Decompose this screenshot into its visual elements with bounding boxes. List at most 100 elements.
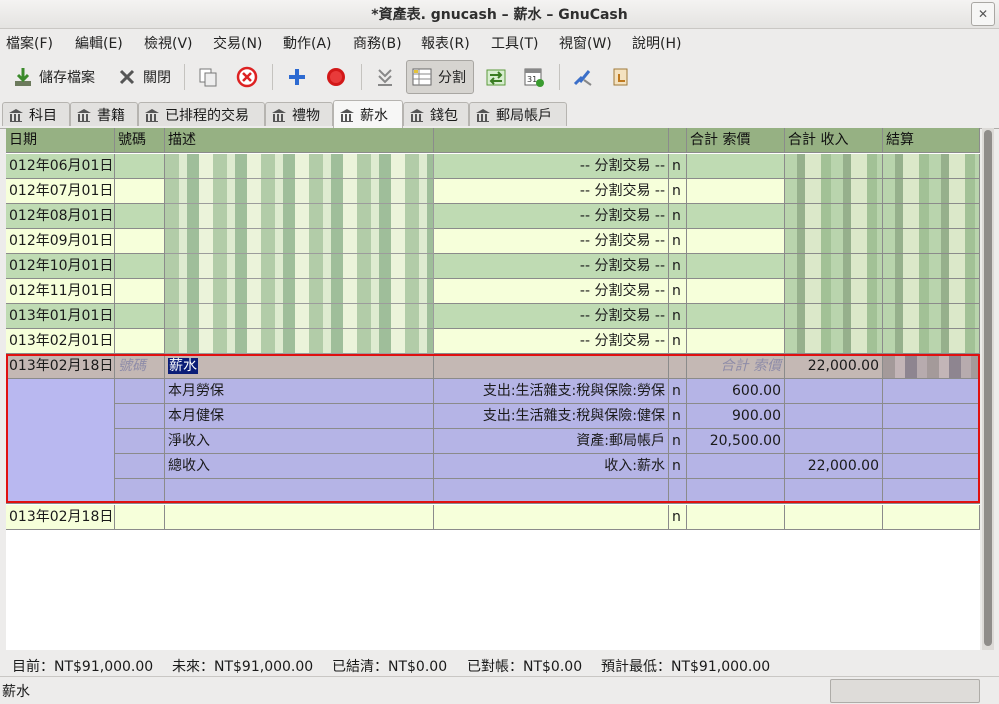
transfer-cell[interactable]: -- 分割交易 --: [434, 254, 669, 279]
num-cell[interactable]: [115, 154, 165, 179]
num-cell[interactable]: [115, 254, 165, 279]
description-cell[interactable]: [165, 329, 434, 354]
num-cell[interactable]: [115, 229, 165, 254]
credit-cell[interactable]: [785, 154, 883, 179]
credit-cell[interactable]: [785, 179, 883, 204]
credit-cell[interactable]: [785, 329, 883, 354]
credit-cell[interactable]: [785, 505, 883, 530]
tab-gifts[interactable]: 禮物: [265, 102, 333, 126]
split-account-cell[interactable]: 收入:薪水: [434, 454, 669, 479]
split-action-cell[interactable]: [115, 429, 165, 454]
split-account-cell[interactable]: 資產:郵局帳戶: [434, 429, 669, 454]
date-cell[interactable]: 012年06月01日: [6, 154, 115, 179]
date-cell[interactable]: 012年11月01日: [6, 279, 115, 304]
description-cell[interactable]: [165, 179, 434, 204]
credit-cell[interactable]: [785, 254, 883, 279]
menu-help[interactable]: 說明(H): [632, 33, 681, 53]
transfer-cell[interactable]: [434, 354, 669, 379]
split-row[interactable]: 本月健保 支出:生活雜支:稅與保險:健保 n 900.00: [6, 404, 980, 429]
date-cell[interactable]: 013年02月01日: [6, 329, 115, 354]
reconcile-cell[interactable]: n: [669, 304, 687, 329]
split-row[interactable]: 淨收入 資產:郵局帳戶 n 20,500.00: [6, 429, 980, 454]
menu-edit[interactable]: 編輯(E): [75, 33, 123, 53]
transfer-cell[interactable]: -- 分割交易 --: [434, 204, 669, 229]
transfer-cell[interactable]: -- 分割交易 --: [434, 179, 669, 204]
debit-cell[interactable]: 合計 索價: [687, 354, 785, 379]
split-memo-cell[interactable]: 總收入: [165, 454, 434, 479]
split-debit-cell[interactable]: [687, 479, 785, 504]
date-cell[interactable]: 013年02月18日: [6, 354, 115, 379]
reconcile-cell[interactable]: n: [669, 379, 687, 404]
reconcile-cell[interactable]: n: [669, 454, 687, 479]
split-debit-cell[interactable]: 600.00: [687, 379, 785, 404]
num-cell[interactable]: [115, 304, 165, 329]
reconcile-cell[interactable]: [669, 354, 687, 379]
scrollbar-thumb[interactable]: [984, 130, 992, 646]
reconcile-cell[interactable]: n: [669, 229, 687, 254]
split-row[interactable]: 本月勞保 支出:生活雜支:稅與保險:勞保 n 600.00: [6, 379, 980, 404]
reconcile-cell[interactable]: n: [669, 279, 687, 304]
transfer-cell[interactable]: -- 分割交易 --: [434, 154, 669, 179]
date-cell[interactable]: 012年07月01日: [6, 179, 115, 204]
split-action-cell[interactable]: [115, 454, 165, 479]
header-description[interactable]: 描述: [165, 128, 434, 153]
header-debit[interactable]: 合計 索價: [687, 128, 785, 153]
header-num[interactable]: 號碼: [115, 128, 165, 153]
reconcile-cell[interactable]: n: [669, 329, 687, 354]
debit-cell[interactable]: [687, 304, 785, 329]
split-memo-cell[interactable]: [165, 479, 434, 504]
header-balance[interactable]: 結算: [883, 128, 980, 153]
transaction-row[interactable]: 012年07月01日 -- 分割交易 -- n: [6, 179, 980, 204]
duplicate-button[interactable]: [197, 60, 219, 94]
split-credit-cell[interactable]: [785, 429, 883, 454]
debit-cell[interactable]: [687, 204, 785, 229]
debit-cell[interactable]: [687, 229, 785, 254]
transaction-row[interactable]: 012年09月01日 -- 分割交易 -- n: [6, 229, 980, 254]
menu-view[interactable]: 檢視(V): [144, 33, 193, 53]
split-credit-cell[interactable]: [785, 379, 883, 404]
header-transfer[interactable]: [434, 128, 669, 153]
split-credit-cell[interactable]: [785, 479, 883, 504]
credit-cell[interactable]: [785, 304, 883, 329]
reconcile-cell[interactable]: n: [669, 404, 687, 429]
split-credit-cell[interactable]: 22,000.00: [785, 454, 883, 479]
split-debit-cell[interactable]: 900.00: [687, 404, 785, 429]
menu-tools[interactable]: 工具(T): [491, 33, 538, 53]
num-cell[interactable]: [115, 279, 165, 304]
transfer-cell[interactable]: -- 分割交易 --: [434, 229, 669, 254]
tab-post-office[interactable]: 郵局帳戶: [469, 102, 567, 126]
split-memo-cell[interactable]: 本月健保: [165, 404, 434, 429]
split-debit-cell[interactable]: 20,500.00: [687, 429, 785, 454]
num-cell[interactable]: [115, 204, 165, 229]
header-date[interactable]: 日期: [6, 128, 115, 153]
transfer-cell[interactable]: -- 分割交易 --: [434, 304, 669, 329]
reconcile-button[interactable]: [572, 60, 594, 94]
transaction-row[interactable]: 012年06月01日 -- 分割交易 -- n: [6, 154, 980, 179]
menu-transaction[interactable]: 交易(N): [213, 33, 262, 53]
date-cell[interactable]: 013年02月18日: [6, 505, 115, 530]
transfer-button[interactable]: [485, 60, 507, 94]
tab-wallet[interactable]: 錢包: [403, 102, 469, 126]
credit-cell[interactable]: [785, 204, 883, 229]
transfer-cell[interactable]: -- 分割交易 --: [434, 329, 669, 354]
reconcile-cell[interactable]: n: [669, 254, 687, 279]
blank-split-row[interactable]: [6, 479, 980, 504]
transaction-row[interactable]: 012年10月01日 -- 分割交易 -- n: [6, 254, 980, 279]
num-cell[interactable]: [115, 505, 165, 530]
date-cell[interactable]: 012年10月01日: [6, 254, 115, 279]
split-action-cell[interactable]: [115, 379, 165, 404]
split-memo-cell[interactable]: 淨收入: [165, 429, 434, 454]
reconcile-cell[interactable]: [669, 479, 687, 504]
description-cell[interactable]: [165, 204, 434, 229]
description-cell[interactable]: [165, 304, 434, 329]
description-cell[interactable]: [165, 154, 434, 179]
transfer-cell[interactable]: [434, 505, 669, 530]
num-cell[interactable]: [115, 179, 165, 204]
split-button[interactable]: 分割: [406, 60, 474, 94]
date-cell[interactable]: 012年08月01日: [6, 204, 115, 229]
split-account-cell[interactable]: 支出:生活雜支:稅與保險:健保: [434, 404, 669, 429]
delete-button[interactable]: [236, 60, 258, 94]
cancel-button[interactable]: [325, 60, 347, 94]
transaction-row[interactable]: 013年01月01日 -- 分割交易 -- n: [6, 304, 980, 329]
description-cell[interactable]: [165, 254, 434, 279]
